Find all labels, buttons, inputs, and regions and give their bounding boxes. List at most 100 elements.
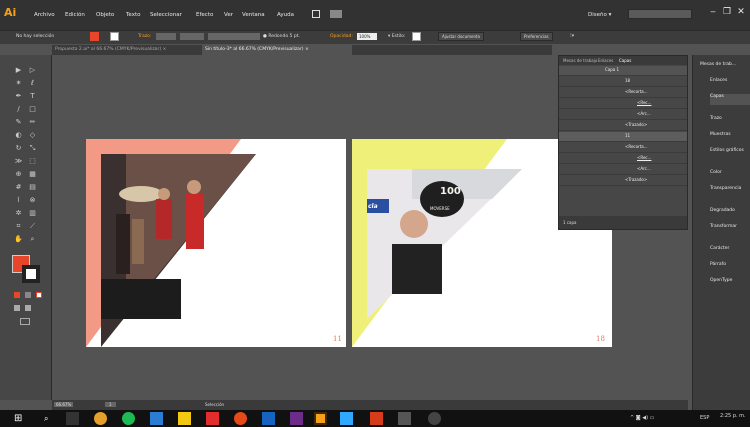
powerpoint-icon[interactable] <box>370 412 383 425</box>
menu-archivo[interactable]: Archivo <box>34 12 55 18</box>
selection-tool-icon[interactable]: ▶ <box>14 66 23 75</box>
eraser-tool-icon[interactable]: ◇ <box>28 131 37 140</box>
eyedropper-tool-icon[interactable]: ⌇ <box>14 196 23 205</box>
dock-stroke[interactable]: Trazo <box>710 116 750 127</box>
language-indicator[interactable]: ESP <box>700 415 709 421</box>
perspective-grid-tool-icon[interactable]: ▦ <box>28 170 37 179</box>
zoom-tool-icon[interactable]: ⌕ <box>28 235 37 244</box>
menu-efecto[interactable]: Efecto <box>196 12 213 18</box>
zoom-field[interactable]: 66.67% <box>54 402 74 407</box>
close-button[interactable]: ✕ <box>734 5 748 19</box>
tray-icons[interactable]: ^ ◙ ◀) ▭ <box>630 415 654 421</box>
layer-row[interactable]: 18 <box>559 77 687 87</box>
width-tool-icon[interactable]: ≫ <box>14 157 23 166</box>
dock-transform[interactable]: Transformar <box>710 224 750 235</box>
dock-swatches[interactable]: Muestras <box>710 132 750 143</box>
shape-builder-tool-icon[interactable]: ⊕ <box>14 170 23 179</box>
layer-row[interactable]: <Recorta... <box>559 88 687 98</box>
screen-mode-icon[interactable] <box>20 318 30 325</box>
none-mode-button[interactable] <box>36 292 42 298</box>
dock-layers[interactable]: Capas <box>710 94 750 105</box>
layer-row[interactable]: <Trazado> <box>559 121 687 131</box>
dock-graphic-styles[interactable]: Estilos gráficos <box>710 148 750 159</box>
pen-tool-icon[interactable]: ✒ <box>14 92 23 101</box>
onenote-icon[interactable] <box>290 412 303 425</box>
dock-links[interactable]: Enlaces <box>710 78 750 89</box>
pencil-tool-icon[interactable]: ✏ <box>28 118 37 127</box>
tab-artboards[interactable]: Mesas de trabajo <box>563 58 597 63</box>
stroke-swatch[interactable] <box>110 32 119 41</box>
brush-definition-field[interactable] <box>208 33 260 40</box>
menu-objeto[interactable]: Objeto <box>96 12 114 18</box>
clock[interactable]: 2:25 p. m. <box>720 413 746 419</box>
draw-behind-icon[interactable] <box>25 305 31 311</box>
layer-row[interactable]: <Arc... <box>559 165 687 175</box>
lasso-tool-icon[interactable]: ℓ <box>28 79 37 88</box>
variable-width-field[interactable] <box>180 33 204 40</box>
brush-label[interactable]: ● Redondo 5 pt. <box>263 34 300 39</box>
scale-tool-icon[interactable]: ⤡ <box>28 144 37 153</box>
column-graph-tool-icon[interactable]: ▥ <box>28 209 37 218</box>
menu-seleccionar[interactable]: Seleccionar <box>150 12 182 18</box>
dock-paragraph[interactable]: Párrafo <box>710 262 750 273</box>
hand-tool-icon[interactable]: ✋ <box>14 235 23 244</box>
spotify-icon[interactable] <box>122 412 135 425</box>
fill-swatch[interactable] <box>90 32 99 41</box>
stroke-weight-field[interactable] <box>156 33 176 40</box>
menu-ventana[interactable]: Ventana <box>242 12 265 18</box>
page-field[interactable]: 1 <box>105 402 116 407</box>
blend-tool-icon[interactable]: ⊗ <box>28 196 37 205</box>
rotate-tool-icon[interactable]: ↻ <box>14 144 23 153</box>
dock-color[interactable]: Color <box>710 170 750 181</box>
menu-edicion[interactable]: Edición <box>65 12 85 18</box>
restore-button[interactable]: ❐ <box>720 5 734 19</box>
firefox-icon[interactable] <box>234 412 247 425</box>
mesh-tool-icon[interactable]: # <box>14 183 23 192</box>
type-tool-icon[interactable]: T <box>28 92 37 101</box>
bridge-icon[interactable] <box>312 10 320 18</box>
layer-row[interactable]: <Trazado> <box>559 176 687 186</box>
dock-gradient[interactable]: Degradado <box>710 208 750 219</box>
opacity-field[interactable]: 100% <box>357 33 377 40</box>
layer-row[interactable]: <Rec... <box>559 154 687 164</box>
draw-mode-icon[interactable] <box>14 305 20 311</box>
illustrator-taskbar-icon[interactable] <box>314 412 327 425</box>
layer-row[interactable]: <Rec... <box>559 99 687 109</box>
arrange-icon[interactable]: ⁝▾ <box>570 33 582 40</box>
dock-artboards[interactable]: Mesas de trab... <box>700 62 750 73</box>
gradient-mode-button[interactable] <box>25 292 31 298</box>
minimize-button[interactable]: ‒ <box>706 5 720 19</box>
dock-transparency[interactable]: Transparencia <box>710 186 750 197</box>
direct-selection-tool-icon[interactable]: ▷ <box>28 66 37 75</box>
tab-sin-titulo[interactable]: Sin título-3* al 66.67% (CMYK/Previsuali… <box>202 45 352 55</box>
artboard-1[interactable]: 11 <box>86 139 346 347</box>
photoshop-icon[interactable] <box>340 412 353 425</box>
search-input[interactable] <box>628 9 692 19</box>
calculator-icon[interactable] <box>398 412 411 425</box>
menu-ver[interactable]: Ver <box>224 12 233 18</box>
tab-links[interactable]: Enlaces <box>598 58 613 63</box>
layer-row[interactable]: 11 <box>559 132 687 142</box>
layer-row[interactable]: Capa 1 <box>559 66 687 76</box>
search-icon[interactable]: ⌕ <box>44 412 57 425</box>
gradient-tool-icon[interactable]: ▤ <box>28 183 37 192</box>
line-tool-icon[interactable]: / <box>14 105 23 114</box>
rectangle-tool-icon[interactable]: □ <box>28 105 37 114</box>
arrange-docs-icon[interactable] <box>330 10 342 18</box>
symbol-sprayer-tool-icon[interactable]: ✲ <box>14 209 23 218</box>
layer-row[interactable]: <Arc... <box>559 110 687 120</box>
free-transform-tool-icon[interactable]: ⬚ <box>28 157 37 166</box>
acrobat-icon[interactable] <box>206 412 219 425</box>
document-setup-button[interactable]: Ajustar documento <box>438 32 485 41</box>
color-mode-button[interactable] <box>14 292 20 298</box>
blob-brush-tool-icon[interactable]: ◐ <box>14 131 23 140</box>
stroke-color-box[interactable] <box>22 265 40 283</box>
chrome-icon[interactable] <box>94 412 107 425</box>
windows-start-icon[interactable]: ⊞ <box>14 412 27 425</box>
preferences-button[interactable]: Preferencias <box>520 32 553 41</box>
dock-character[interactable]: Carácter <box>710 246 750 257</box>
workspace-switcher[interactable]: Diseño ▾ <box>588 12 611 18</box>
artboard-tool-icon[interactable]: ⌗ <box>14 222 23 231</box>
word-icon[interactable] <box>262 412 275 425</box>
app-icon[interactable] <box>428 412 441 425</box>
